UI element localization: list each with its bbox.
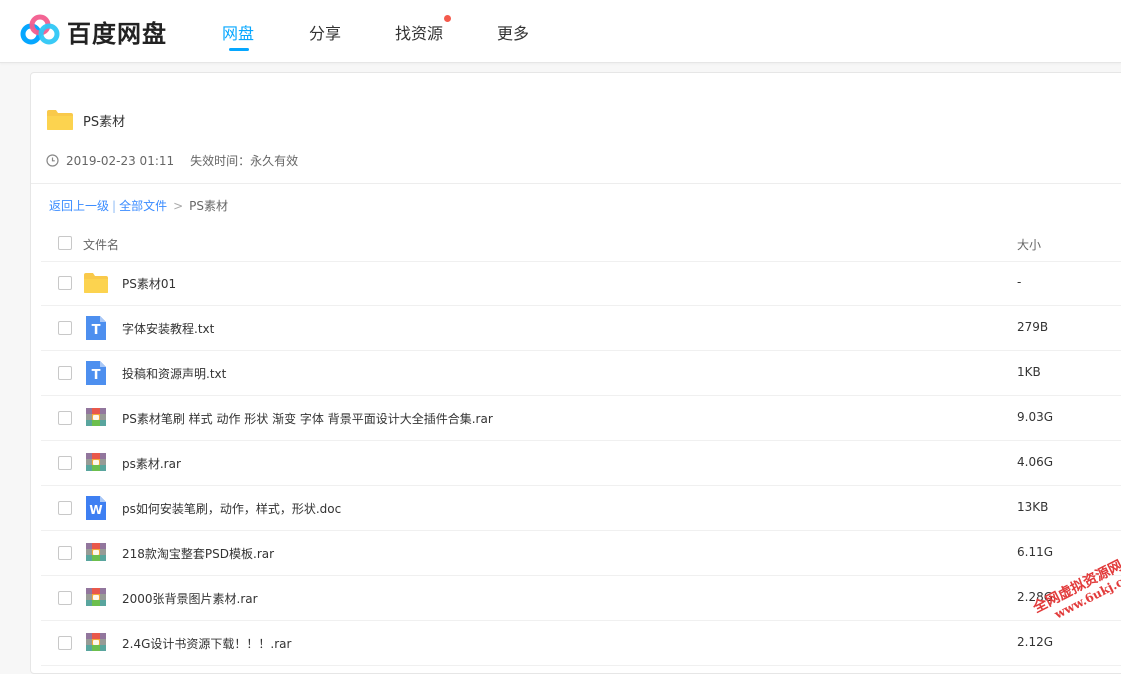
file-name[interactable]: ps如何安装笔刷，动作，样式，形状.doc <box>122 500 341 517</box>
file-row[interactable]: 218款淘宝整套PSD模板.rar 6.11G <box>41 531 1121 576</box>
txt-file-icon: T <box>83 316 109 340</box>
file-name[interactable]: 投稿和资源声明.txt <box>122 365 226 382</box>
select-all-checkbox[interactable] <box>58 236 72 250</box>
baidu-netdisk-logo-icon <box>20 14 60 45</box>
file-size: - <box>1017 275 1022 289</box>
all-files-link[interactable]: 全部文件 <box>119 199 167 213</box>
rar-file-icon <box>83 541 109 565</box>
rar-file-icon <box>83 586 109 610</box>
row-checkbox[interactable] <box>58 276 72 290</box>
folder-icon <box>83 271 109 295</box>
column-header-size[interactable]: 大小 <box>1017 236 1041 253</box>
file-name[interactable]: 2.4G设计书资源下载！！！.rar <box>122 635 291 652</box>
nav-tab-label: 找资源 <box>395 24 444 43</box>
rar-file-icon <box>83 451 109 475</box>
rar-file-icon <box>83 406 109 430</box>
row-checkbox[interactable] <box>58 366 72 380</box>
file-row[interactable]: 2.4G设计书资源下载！！！.rar 2.12G <box>41 621 1121 666</box>
file-row[interactable]: PS素材笔刷 样式 动作 形状 渐变 字体 背景平面设计大全插件合集.rar 9.… <box>41 396 1121 441</box>
file-row[interactable]: PS素材01 - <box>41 261 1121 306</box>
file-row[interactable]: 2000张背景图片素材.rar 2.28G <box>41 576 1121 621</box>
file-list: PS素材01 - T 字体安装教程.txt 279B T 投稿和资源声明.txt 1KB PS素… <box>41 261 1121 666</box>
divider <box>31 183 1121 184</box>
row-checkbox[interactable] <box>58 591 72 605</box>
top-navigation-bar: 百度网盘 网盘 分享 找资源 更多 <box>0 0 1121 63</box>
file-row[interactable]: Wps如何安装笔刷，动作，样式，形状.doc 13KB <box>41 486 1121 531</box>
nav-tab-more[interactable]: 更多 <box>497 20 529 44</box>
row-checkbox[interactable] <box>58 501 72 515</box>
txt-file-icon: T <box>83 361 109 385</box>
nav-tab-share[interactable]: 分享 <box>309 20 341 44</box>
doc-file-icon: W <box>83 496 109 520</box>
file-size: 9.03G <box>1017 410 1054 424</box>
breadcrumb-current: PS素材 <box>189 199 228 213</box>
share-card: PS素材 2019-02-23 01:11 失效时间：永久有效 返回上一级 | 全部… <box>30 72 1121 674</box>
breadcrumb: 返回上一级 | 全部文件 > PS素材 <box>49 197 228 214</box>
file-table-header: 文件名 大小 <box>41 225 1121 262</box>
file-size: 4.06G <box>1017 455 1054 469</box>
nav-tab-find-resources[interactable]: 找资源 <box>395 15 452 44</box>
nav-tab-netdisk[interactable]: 网盘 <box>222 20 255 51</box>
breadcrumb-arrow: > <box>173 199 184 213</box>
nav-tab-label: 网盘 <box>222 24 255 43</box>
active-tab-indicator <box>229 48 249 51</box>
share-header: PS素材 <box>46 109 125 131</box>
rar-file-icon <box>83 631 109 655</box>
file-size: 6.11G <box>1017 545 1054 559</box>
file-name[interactable]: 218款淘宝整套PSD模板.rar <box>122 545 274 562</box>
nav-tab-label: 更多 <box>497 24 530 43</box>
file-row[interactable]: T 字体安装教程.txt 279B <box>41 306 1121 351</box>
row-checkbox[interactable] <box>58 636 72 650</box>
notification-dot <box>444 15 452 22</box>
share-title: PS素材 <box>83 114 126 130</box>
file-row[interactable]: ps素材.rar 4.06G <box>41 441 1121 486</box>
file-size: 279B <box>1017 320 1049 334</box>
svg-text:T: T <box>92 368 101 383</box>
file-name[interactable]: PS素材笔刷 样式 动作 形状 渐变 字体 背景平面设计大全插件合集.rar <box>122 410 493 427</box>
file-name[interactable]: ps素材.rar <box>122 455 181 472</box>
file-name[interactable]: 2000张背景图片素材.rar <box>122 590 258 607</box>
file-size: 13KB <box>1017 500 1049 514</box>
breadcrumb-separator: | <box>112 199 117 213</box>
file-size: 2.28G <box>1017 590 1054 604</box>
clock-icon <box>46 154 59 167</box>
file-size: 2.12G <box>1017 635 1054 649</box>
share-meta: 2019-02-23 01:11 失效时间：永久有效 <box>46 152 298 169</box>
file-name[interactable]: PS素材01 <box>122 275 176 292</box>
app-title: 百度网盘 <box>67 19 167 48</box>
svg-text:T: T <box>92 323 101 338</box>
nav-tab-label: 分享 <box>309 24 342 43</box>
row-checkbox[interactable] <box>58 546 72 560</box>
baidu-netdisk-logo[interactable]: 百度网盘 <box>20 13 167 49</box>
row-checkbox[interactable] <box>58 321 72 335</box>
row-checkbox[interactable] <box>58 456 72 470</box>
file-name[interactable]: 字体安装教程.txt <box>122 320 214 337</box>
back-link[interactable]: 返回上一级 <box>49 199 109 213</box>
share-expire-time: 失效时间：永久有效 <box>190 154 299 168</box>
file-row[interactable]: T 投稿和资源声明.txt 1KB <box>41 351 1121 396</box>
column-header-name[interactable]: 文件名 <box>83 236 119 253</box>
file-size: 1KB <box>1017 365 1041 379</box>
svg-text:W: W <box>89 503 102 517</box>
folder-icon <box>47 110 73 130</box>
share-created-time: 2019-02-23 01:11 <box>66 153 175 168</box>
row-checkbox[interactable] <box>58 411 72 425</box>
